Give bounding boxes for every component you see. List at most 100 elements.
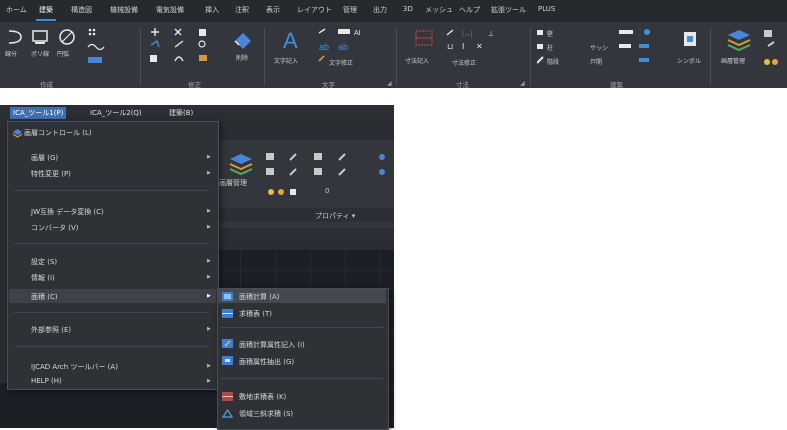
dimension-button-label: 寸法記入 bbox=[405, 58, 430, 65]
menu-item-converter[interactable]: コンバータ (V) bbox=[31, 223, 78, 233]
layer-manager-label: 画層管理 bbox=[721, 58, 746, 65]
circle-icon[interactable] bbox=[57, 27, 77, 47]
modify-tools-icon[interactable] bbox=[147, 27, 222, 69]
submenu-arrow-icon: ▶ bbox=[207, 154, 211, 160]
submenu-arrow-icon: ▶ bbox=[207, 208, 211, 214]
menu-item-info[interactable]: 情報 (I) bbox=[31, 273, 55, 283]
submenu-item-area-attr-entry[interactable]: 面積計算属性記入 (I) bbox=[239, 340, 305, 350]
tab-insert[interactable]: 挿入 bbox=[205, 5, 219, 15]
group-title-create: 作成 bbox=[40, 81, 53, 89]
door-button[interactable]: 戸開 bbox=[590, 57, 602, 66]
menu-item-arch-toolbar[interactable]: IJCAD Arch ツールバー (A) bbox=[31, 362, 118, 372]
menu-ica-tool1[interactable]: ICA_ツール1(P) bbox=[10, 107, 67, 119]
tab-architecture[interactable]: 建築 bbox=[36, 5, 56, 21]
svg-text:AI: AI bbox=[354, 30, 361, 37]
tab-structure[interactable]: 構造図 bbox=[71, 5, 92, 15]
tab-annotate[interactable]: 注釈 bbox=[235, 5, 249, 15]
submenu-item-area-table[interactable]: 求積表 (T) bbox=[239, 309, 272, 319]
submenu-arrow-icon: ▶ bbox=[207, 326, 211, 332]
menu-item-area[interactable]: 面積 (C) bbox=[31, 292, 58, 302]
menu-item-xref[interactable]: 外部参照 (E) bbox=[31, 325, 71, 335]
menu-item-property-change[interactable]: 特性変更 (P) bbox=[31, 169, 71, 179]
group-title-text: 文字 bbox=[322, 81, 335, 89]
layer-properties-icons[interactable] bbox=[264, 150, 392, 184]
layer-control-icon bbox=[12, 129, 23, 138]
group-title-architecture: 建築 bbox=[610, 81, 623, 89]
layer-manager-icon[interactable] bbox=[725, 27, 753, 53]
tab-mesh[interactable]: メッシュ bbox=[425, 5, 453, 15]
menu-item-layer-control[interactable]: 画層コントロール (L) bbox=[24, 128, 92, 138]
svg-text:⊥: ⊥ bbox=[488, 31, 494, 38]
group-launcher-icon[interactable]: ◢ bbox=[387, 80, 392, 87]
tab-extensions[interactable]: 拡張ツール bbox=[491, 5, 526, 15]
text-edit-label: 文字修正 bbox=[329, 60, 354, 67]
properties-panel-title[interactable]: プロパティ ▾ bbox=[315, 211, 355, 221]
group-separator bbox=[264, 28, 265, 86]
symbol-icon[interactable] bbox=[680, 28, 702, 50]
stair-button[interactable]: 階段 bbox=[547, 57, 559, 66]
tab-help[interactable]: ヘルプ bbox=[459, 5, 480, 15]
column-button[interactable]: 柱 bbox=[547, 43, 553, 52]
architecture-tools-icon[interactable] bbox=[617, 27, 677, 67]
area-attr-extract-icon bbox=[222, 356, 233, 365]
layer-state-icons[interactable] bbox=[266, 186, 316, 198]
tab-home[interactable]: ホーム bbox=[6, 5, 27, 15]
document-tab-row bbox=[212, 228, 394, 242]
polyline-button-label: ポリ線 bbox=[31, 51, 50, 58]
submenu-arrow-icon: ▶ bbox=[207, 258, 211, 264]
sash-button[interactable]: サッシ bbox=[590, 43, 608, 52]
submenu-arrow-icon: ▶ bbox=[207, 274, 211, 280]
symbol-button-label: シンボル bbox=[677, 58, 702, 65]
group-title-dimension: 寸法 bbox=[456, 81, 469, 89]
text-button-label: 文字記入 bbox=[274, 58, 299, 65]
menu-architecture[interactable]: 建築(B) bbox=[169, 108, 193, 118]
area-calc-icon bbox=[222, 292, 233, 301]
menu-item-layer[interactable]: 画層 (G) bbox=[31, 153, 58, 163]
submenu-item-site-area-table[interactable]: 敷地求積表 (K) bbox=[239, 392, 286, 402]
tab-plus[interactable]: PLUS bbox=[538, 5, 555, 13]
svg-text:ab: ab bbox=[319, 42, 329, 52]
svg-text:A: A bbox=[283, 28, 298, 52]
properties-panel-bar bbox=[212, 208, 394, 222]
tab-output[interactable]: 出力 bbox=[373, 5, 387, 15]
tab-layout[interactable]: レイアウト bbox=[297, 5, 332, 15]
wall-button[interactable]: 壁 bbox=[547, 29, 553, 38]
draw-small-tools-icon[interactable] bbox=[86, 27, 108, 67]
submenu-separator bbox=[221, 378, 383, 379]
tab-3d[interactable]: 3D bbox=[403, 5, 413, 13]
area-table-icon bbox=[222, 309, 233, 318]
submenu-arrow-icon: ▶ bbox=[207, 363, 211, 369]
site-area-table-icon bbox=[222, 392, 233, 401]
group-separator bbox=[530, 28, 531, 86]
submenu-item-area-attr-extract[interactable]: 面積属性抽出 (G) bbox=[239, 357, 294, 367]
tab-manage[interactable]: 管理 bbox=[343, 5, 357, 15]
layer-tools-icon[interactable] bbox=[762, 28, 786, 72]
svg-text:✕: ✕ bbox=[476, 42, 483, 51]
submenu-item-triangle-area[interactable]: 領域三斜求積 (S) bbox=[239, 409, 293, 419]
text-icon[interactable]: A bbox=[280, 28, 304, 52]
line-icon[interactable] bbox=[6, 28, 24, 46]
group-launcher-icon[interactable]: ◢ bbox=[520, 80, 525, 87]
current-layer-value[interactable]: 0 bbox=[325, 187, 329, 195]
triangle-area-icon bbox=[222, 409, 233, 418]
menu-item-settings[interactable]: 設定 (S) bbox=[31, 257, 57, 267]
menu-separator bbox=[14, 243, 209, 244]
submenu-item-area-calc[interactable]: 面積計算 (A) bbox=[239, 292, 279, 302]
erase-icon[interactable] bbox=[232, 28, 254, 50]
menu-item-help[interactable]: HELP (H) bbox=[31, 377, 62, 385]
dimension-icon[interactable] bbox=[413, 28, 435, 50]
circle-button-label: 円弧 bbox=[57, 51, 70, 58]
layer-manager-icon[interactable] bbox=[228, 152, 254, 176]
menu-separator bbox=[14, 190, 209, 191]
menu-item-jw-convert[interactable]: JW互換 データ変換 (C) bbox=[31, 207, 104, 217]
tab-mechanical[interactable]: 機械設備 bbox=[110, 5, 138, 15]
dimension-tools-icon[interactable]: |↔| ⊥ ⊔ Ⅰ ✕ bbox=[444, 27, 524, 59]
tab-electrical[interactable]: 電気設備 bbox=[156, 5, 184, 15]
group-separator bbox=[710, 28, 711, 86]
area-attr-entry-icon bbox=[222, 339, 233, 348]
polyline-icon[interactable] bbox=[30, 28, 50, 46]
menu-ica-tool2[interactable]: ICA_ツール2(Q) bbox=[90, 108, 142, 118]
submenu-arrow-icon: ▶ bbox=[207, 224, 211, 230]
tab-view[interactable]: 表示 bbox=[266, 5, 280, 15]
group-title-modify: 修正 bbox=[188, 81, 201, 89]
